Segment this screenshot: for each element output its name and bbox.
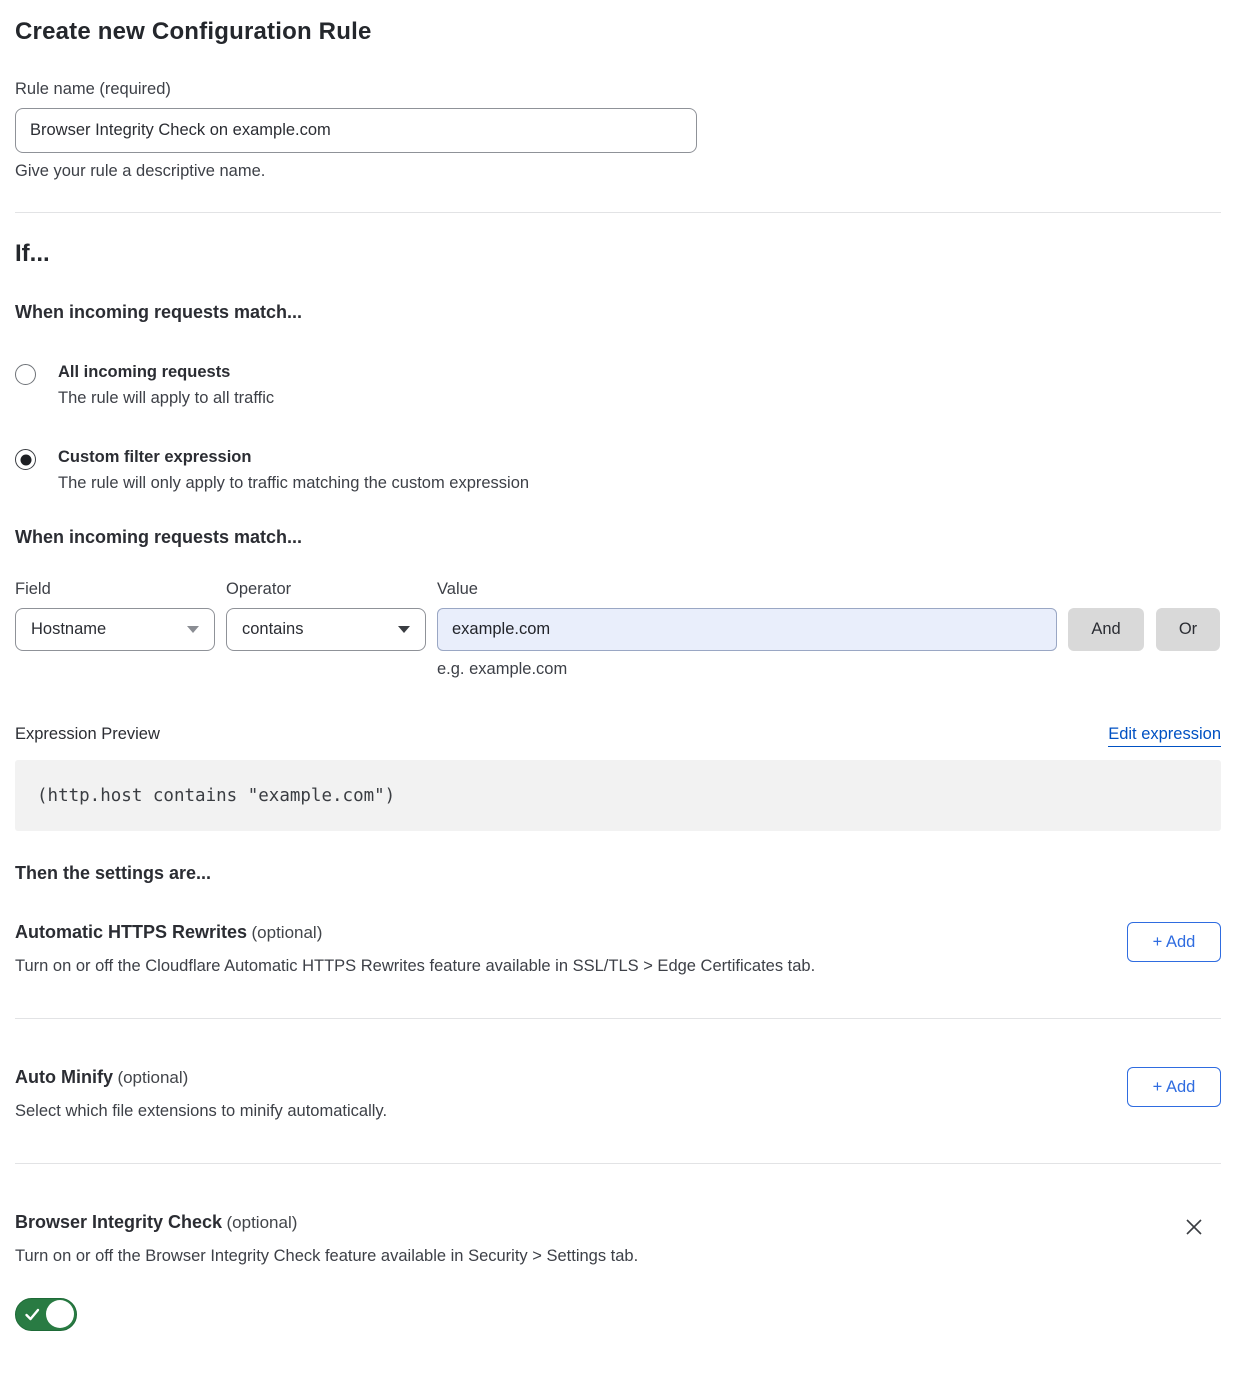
close-icon [1183, 1216, 1205, 1238]
radio-custom-filter-icon[interactable] [15, 449, 36, 470]
expression-preview-label: Expression Preview [15, 725, 160, 744]
rule-name-input[interactable] [15, 108, 697, 153]
or-button[interactable]: Or [1156, 608, 1220, 651]
edit-expression-link[interactable]: Edit expression [1108, 725, 1221, 747]
setting-title: Automatic HTTPS Rewrites [15, 922, 247, 942]
radio-custom-filter-description: The rule will only apply to traffic matc… [58, 474, 529, 493]
operator-select[interactable]: contains [226, 608, 426, 651]
optional-tag: (optional) [117, 1068, 188, 1087]
chevron-down-icon [187, 626, 199, 633]
if-heading: If... [15, 240, 1221, 268]
value-column-label: Value [437, 580, 478, 599]
optional-tag: (optional) [227, 1213, 298, 1232]
add-auto-minify-button[interactable]: + Add [1127, 1067, 1221, 1107]
radio-option-custom-filter[interactable]: Custom filter expression The rule will o… [15, 448, 1221, 493]
radio-all-requests-icon[interactable] [15, 364, 36, 385]
setting-browser-integrity-check: Browser Integrity Check (optional) Turn … [15, 1212, 1221, 1336]
field-select[interactable]: Hostname [15, 608, 215, 651]
section-divider [15, 212, 1221, 213]
expression-code-text: (http.host contains "example.com") [37, 786, 395, 806]
operator-select-value: contains [242, 620, 303, 639]
chevron-down-icon [398, 626, 410, 633]
section-divider [15, 1018, 1221, 1019]
field-column-label: Field [15, 580, 226, 599]
match-type-heading: When incoming requests match... [15, 302, 1221, 323]
add-automatic-https-rewrites-button[interactable]: + Add [1127, 922, 1221, 962]
setting-title: Browser Integrity Check [15, 1212, 222, 1232]
setting-automatic-https-rewrites: Automatic HTTPS Rewrites (optional) Turn… [15, 922, 1221, 976]
radio-all-requests-label: All incoming requests [58, 363, 274, 382]
browser-integrity-check-toggle[interactable] [15, 1298, 77, 1331]
rule-name-help: Give your rule a descriptive name. [15, 162, 1221, 181]
expression-builder-heading: When incoming requests match... [15, 527, 1221, 548]
setting-description: Turn on or off the Cloudflare Automatic … [15, 957, 815, 976]
and-button[interactable]: And [1068, 608, 1144, 651]
setting-description: Select which file extensions to minify a… [15, 1102, 387, 1121]
check-icon [24, 1306, 41, 1323]
setting-auto-minify: Auto Minify (optional) Select which file… [15, 1067, 1221, 1121]
expression-preview-code: (http.host contains "example.com") [15, 760, 1221, 831]
setting-description: Turn on or off the Browser Integrity Che… [15, 1247, 638, 1266]
setting-title: Auto Minify [15, 1067, 113, 1087]
radio-option-all-requests[interactable]: All incoming requests The rule will appl… [15, 363, 1221, 408]
optional-tag: (optional) [252, 923, 323, 942]
operator-column-label: Operator [226, 580, 437, 599]
toggle-knob [46, 1300, 74, 1328]
value-help-text: e.g. example.com [437, 660, 1221, 679]
then-settings-heading: Then the settings are... [15, 863, 1221, 884]
section-divider [15, 1163, 1221, 1164]
field-select-value: Hostname [31, 620, 106, 639]
rule-name-label: Rule name (required) [15, 80, 1221, 99]
remove-setting-button[interactable] [1183, 1214, 1209, 1240]
value-input[interactable] [437, 608, 1057, 651]
page-title: Create new Configuration Rule [15, 18, 1221, 46]
radio-all-requests-description: The rule will apply to all traffic [58, 389, 274, 408]
radio-custom-filter-label: Custom filter expression [58, 448, 529, 467]
